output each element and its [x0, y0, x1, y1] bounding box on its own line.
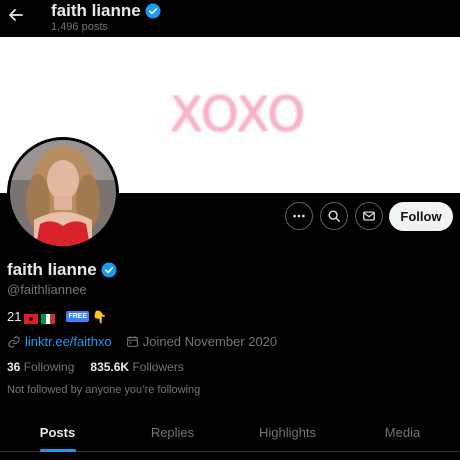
not-followed-note: Not followed by anyone you’re following	[7, 384, 201, 396]
user-handle: @faithliannee	[7, 282, 87, 297]
more-icon	[293, 214, 305, 218]
search-profile-button[interactable]	[320, 202, 348, 230]
bio-age: 21	[7, 309, 22, 324]
profile-tabs: Posts Replies Highlights Media	[0, 416, 460, 452]
verified-badge-icon	[145, 3, 161, 19]
post-count: 1,496 posts	[51, 21, 108, 33]
display-name: faith lianne	[7, 260, 117, 280]
banner-text: XOXO	[170, 87, 307, 143]
free-badge: FREE	[66, 311, 90, 322]
follow-button[interactable]: Follow	[389, 202, 453, 231]
envelope-icon	[363, 211, 375, 221]
joined-item: Joined November 2020	[126, 334, 277, 349]
profile-meta: linktr.ee/faithxo Joined November 2020	[7, 334, 277, 349]
bio: 21 FREE 👇	[7, 309, 107, 324]
more-options-button[interactable]	[285, 202, 313, 230]
following-label: Following	[23, 360, 75, 374]
follow-stats: 36 Following 835.6K Followers	[7, 360, 184, 374]
tab-media[interactable]: Media	[345, 416, 460, 451]
header-name-text: faith lianne	[51, 1, 141, 20]
followers-count: 835.6K	[90, 360, 130, 374]
tab-highlights[interactable]: Highlights	[230, 416, 345, 451]
tab-replies[interactable]: Replies	[115, 416, 230, 451]
following-count: 36	[7, 360, 21, 374]
avatar[interactable]	[7, 137, 119, 249]
joined-date: Joined November 2020	[142, 334, 278, 349]
message-button[interactable]	[355, 202, 383, 230]
link-item: linktr.ee/faithxo	[7, 334, 112, 349]
tab-posts[interactable]: Posts	[0, 416, 115, 451]
albania-flag-icon	[24, 312, 39, 324]
search-icon	[328, 210, 340, 222]
display-name-text: faith lianne	[7, 260, 97, 279]
verified-badge-icon[interactable]	[101, 262, 117, 278]
calendar-icon	[126, 336, 138, 347]
top-bar: faith lianne 1,496 posts	[0, 0, 460, 37]
followers-stat[interactable]: 835.6K Followers	[90, 360, 183, 374]
followers-label: Followers	[132, 360, 184, 374]
link-icon	[8, 335, 20, 348]
avatar-image	[10, 140, 116, 246]
header-name: faith lianne	[51, 1, 161, 21]
profile-link[interactable]: linktr.ee/faithxo	[25, 334, 112, 349]
italy-flag-icon	[41, 312, 56, 324]
back-arrow-icon[interactable]	[6, 5, 26, 25]
pointing-down-icon: 👇	[92, 309, 108, 324]
following-stat[interactable]: 36 Following	[7, 360, 74, 374]
